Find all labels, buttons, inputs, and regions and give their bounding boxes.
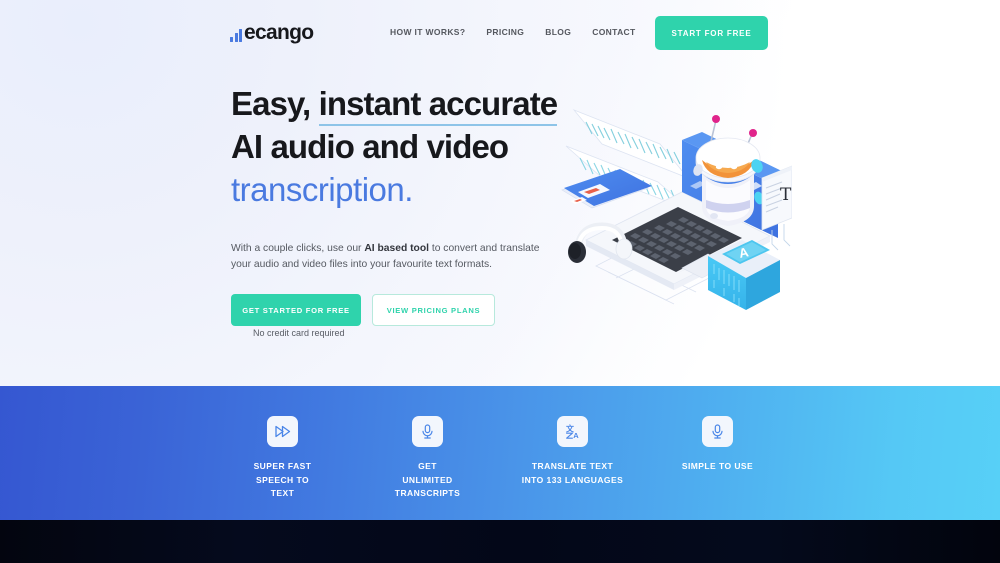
nav-links: HOW IT WORKS? PRICING BLOG CONTACT xyxy=(390,27,636,37)
headline-line2: AI audio and video xyxy=(231,128,509,165)
hero-subcopy: With a couple clicks, use our AI based t… xyxy=(231,241,561,273)
nav-link-contact[interactable]: CONTACT xyxy=(592,27,635,37)
landing-page: ecango HOW IT WORKS? PRICING BLOG CONTAC… xyxy=(0,0,1000,563)
brand-name: ecango xyxy=(244,21,314,44)
hero-copy: Easy, instant accurate AI audio and vide… xyxy=(231,82,571,211)
svg-text:T: T xyxy=(780,185,792,205)
feature-label: SUPER FAST SPEECH TO TEXT xyxy=(253,461,312,498)
feature-get-unlimited-transcripts[interactable]: GET UNLIMITED TRANSCRIPTS xyxy=(355,416,500,501)
bar-chart-logo-icon xyxy=(230,29,242,42)
feature-simple-to-use[interactable]: SIMPLE TO USE xyxy=(645,416,790,474)
hero-section: ecango HOW IT WORKS? PRICING BLOG CONTAC… xyxy=(0,0,1000,386)
translate-icon: 文 A xyxy=(557,416,588,447)
feature-label: TRANSLATE TEXT INTO 133 LANGUAGES xyxy=(521,461,624,485)
feature-label: SIMPLE TO USE xyxy=(681,461,754,471)
hero-cta-group: GET STARTED FOR FREE VIEW PRICING PLANS xyxy=(231,294,495,326)
subcopy-part1: With a couple clicks, use our xyxy=(231,243,365,254)
get-started-for-free-button[interactable]: GET STARTED FOR FREE xyxy=(231,294,361,326)
headline-line1-underlined: instant accurate xyxy=(318,85,558,126)
nav-link-how-it-works[interactable]: HOW IT WORKS? xyxy=(390,27,465,37)
ai-transcription-isometric-illustration: T A xyxy=(556,88,792,313)
feature-translate-text[interactable]: 文 A TRANSLATE TEXT INTO 133 LANGUAGES xyxy=(500,416,645,487)
footer-strip xyxy=(0,520,1000,563)
start-for-free-button[interactable]: START FOR FREE xyxy=(655,16,768,50)
subcopy-bold: AI based tool xyxy=(364,243,429,254)
fast-forward-icon xyxy=(267,416,298,447)
headline-line1-plain: Easy, xyxy=(231,85,319,122)
page-title: Easy, instant accurate AI audio and vide… xyxy=(231,82,571,211)
microphone-icon xyxy=(702,416,733,447)
top-navigation-bar: ecango HOW IT WORKS? PRICING BLOG CONTAC… xyxy=(0,0,1000,66)
feature-super-fast-speech-to-text[interactable]: SUPER FAST SPEECH TO TEXT xyxy=(210,416,355,501)
microphone-icon xyxy=(412,416,443,447)
brand-logo[interactable]: ecango xyxy=(230,21,314,44)
headline-line3-accent: transcription. xyxy=(231,171,413,208)
nav-link-pricing[interactable]: PRICING xyxy=(486,27,524,37)
features-banner: SUPER FAST SPEECH TO TEXT GET UNLIMITED … xyxy=(0,386,1000,520)
nav-link-blog[interactable]: BLOG xyxy=(545,27,571,37)
no-credit-card-note: No credit card required xyxy=(253,328,345,338)
feature-label: GET UNLIMITED TRANSCRIPTS xyxy=(394,461,461,498)
view-pricing-plans-button[interactable]: VIEW PRICING PLANS xyxy=(372,294,495,326)
svg-text:A: A xyxy=(573,431,579,440)
